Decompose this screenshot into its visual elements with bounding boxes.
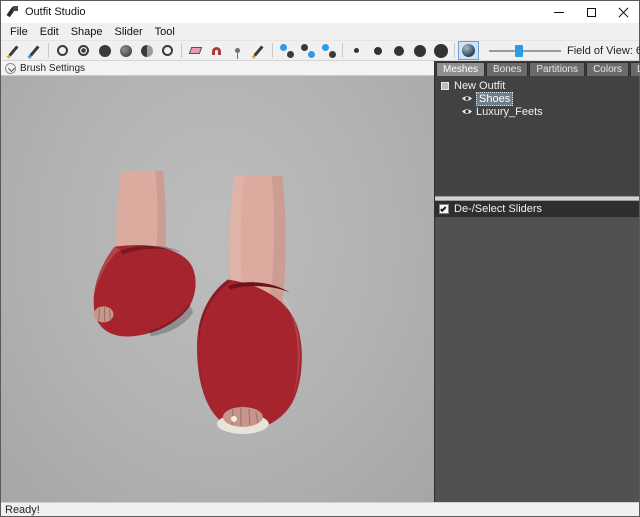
detail-brush-icon[interactable] [248, 41, 269, 60]
right-panel: Meshes Bones Partitions Colors Lights Ne… [434, 61, 639, 502]
tree-item-shoes[interactable]: Shoes [439, 92, 639, 105]
tab-colors[interactable]: Colors [586, 62, 629, 76]
viewport-column: Brush Settings [1, 61, 434, 502]
main-content: Brush Settings [1, 61, 639, 502]
brush-settings-label: Brush Settings [20, 63, 85, 74]
deflate-brush-icon[interactable] [73, 41, 94, 60]
tab-lights[interactable]: Lights [630, 62, 640, 76]
inflate-brush-icon[interactable] [52, 41, 73, 60]
tab-bones[interactable]: Bones [486, 62, 528, 76]
eraser-tool-icon[interactable] [185, 41, 206, 60]
tree-item-luxury-feets[interactable]: Luxury_Feets [439, 105, 639, 118]
status-text: Ready! [5, 504, 40, 516]
brush-size-2-icon[interactable] [367, 41, 388, 60]
toolbar-separator [342, 43, 343, 58]
right-shoe [197, 280, 302, 434]
vertex-edit-icon[interactable] [276, 41, 297, 60]
select-sliders-checkbox[interactable] [439, 204, 449, 214]
move-brush-icon[interactable] [94, 41, 115, 60]
tree-item-label: Shoes [476, 92, 513, 106]
package-icon [441, 82, 449, 90]
eye-icon[interactable] [461, 94, 473, 103]
left-shoe [94, 245, 196, 336]
window-title: Outfit Studio [25, 6, 86, 18]
field-of-view-label: Field of View: 65 [567, 45, 640, 57]
status-bar: Ready! [1, 502, 639, 516]
panel-tabs: Meshes Bones Partitions Colors Lights [435, 61, 639, 76]
eye-icon[interactable] [461, 107, 473, 116]
tool-bar: Field of View: 65 [1, 40, 639, 61]
brush-size-5-icon[interactable] [430, 41, 451, 60]
deselect-sliders-label: De-/Select Sliders [454, 203, 542, 215]
toolbar-separator [272, 43, 273, 58]
color-brush-icon[interactable] [157, 41, 178, 60]
slider-track [489, 50, 561, 52]
deselect-sliders-header[interactable]: De-/Select Sliders [435, 201, 639, 217]
smooth-brush-icon[interactable] [115, 41, 136, 60]
mesh-tree: New Outfit Shoes Luxury_Feets [435, 76, 639, 196]
menu-bar: File Edit Shape Slider Tool [1, 23, 639, 40]
menu-slider[interactable]: Slider [109, 25, 149, 39]
sliders-list[interactable] [435, 217, 639, 502]
close-icon [618, 7, 629, 18]
field-of-view-slider[interactable] [489, 43, 561, 59]
mask-brush-icon[interactable] [24, 41, 45, 60]
window-controls [543, 1, 639, 23]
slider-thumb[interactable] [515, 45, 523, 57]
maximize-button[interactable] [575, 1, 607, 23]
tree-item-new-outfit[interactable]: New Outfit [439, 79, 639, 92]
viewport-3d[interactable] [1, 76, 434, 502]
brush-size-3-icon[interactable] [388, 41, 409, 60]
check-icon [440, 205, 446, 211]
chevron-down-icon[interactable] [5, 63, 16, 74]
title-bar[interactable]: Outfit Studio [1, 1, 639, 23]
minimize-button[interactable] [543, 1, 575, 23]
brush-settings-pane[interactable]: Brush Settings [1, 61, 434, 76]
weight-brush-icon[interactable] [136, 41, 157, 60]
tab-meshes[interactable]: Meshes [436, 62, 485, 76]
brush-size-4-icon[interactable] [409, 41, 430, 60]
tree-item-label: Luxury_Feets [476, 106, 543, 118]
tab-partitions[interactable]: Partitions [529, 62, 585, 76]
minimize-icon [554, 12, 564, 13]
transform-toggle-icon[interactable] [318, 41, 339, 60]
menu-file[interactable]: File [4, 25, 34, 39]
menu-edit[interactable]: Edit [34, 25, 65, 39]
menu-tool[interactable]: Tool [149, 25, 181, 39]
field-collision-sphere-icon[interactable] [458, 41, 479, 60]
brush-size-1-icon[interactable] [346, 41, 367, 60]
toolbar-separator [181, 43, 182, 58]
scene-feet-shoes [1, 76, 434, 502]
close-button[interactable] [607, 1, 639, 23]
edge-edit-icon[interactable] [297, 41, 318, 60]
select-brush-icon[interactable] [3, 41, 24, 60]
maximize-icon [587, 8, 596, 17]
menu-shape[interactable]: Shape [65, 25, 109, 39]
toolbar-separator [454, 43, 455, 58]
tree-item-label: New Outfit [454, 80, 505, 92]
app-icon [7, 6, 19, 18]
outfit-studio-window: Outfit Studio File Edit Shape Slider Too… [0, 0, 640, 517]
magnet-tool-icon[interactable] [206, 41, 227, 60]
toolbar-separator [48, 43, 49, 58]
pin-tool-icon[interactable] [227, 41, 248, 60]
